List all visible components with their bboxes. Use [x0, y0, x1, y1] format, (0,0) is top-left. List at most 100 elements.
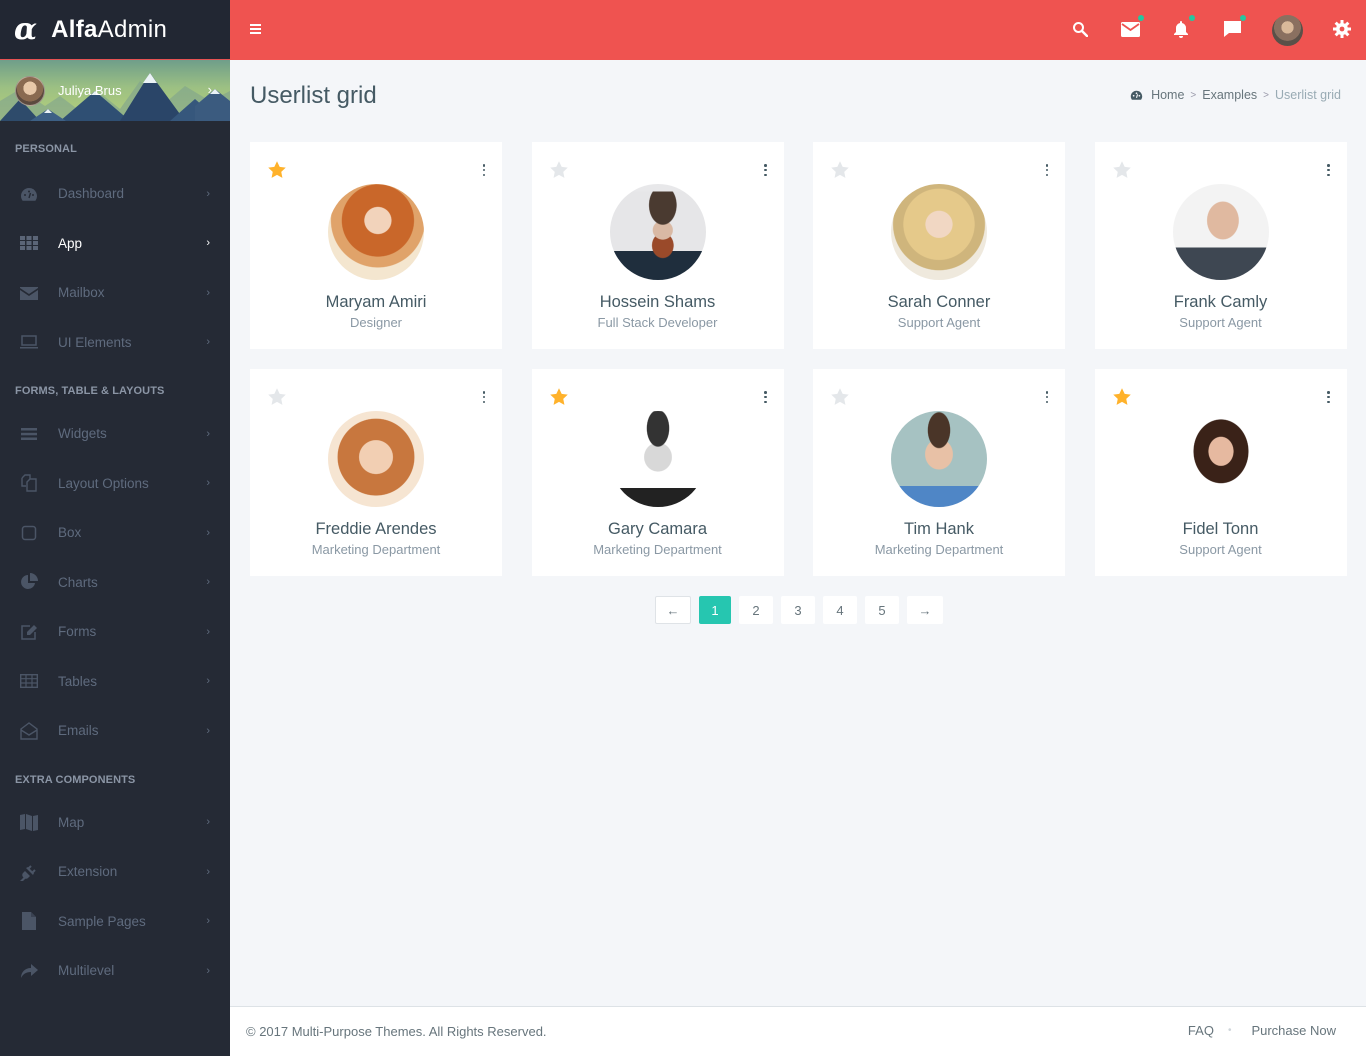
- star-icon[interactable]: [549, 160, 569, 180]
- user-role: Marketing Department: [593, 542, 722, 557]
- prev-page-button[interactable]: ←: [655, 596, 691, 624]
- logo-text: AlfaAdmin: [51, 16, 167, 44]
- user-role: Support Agent: [1179, 315, 1262, 330]
- user-card[interactable]: Fidel Tonn Support Agent: [1094, 369, 1347, 576]
- user-card[interactable]: Frank Camly Support Agent: [1094, 142, 1347, 349]
- star-icon[interactable]: [267, 387, 287, 407]
- bell-icon[interactable]: [1170, 15, 1195, 40]
- user-card[interactable]: Freddie Arendes Marketing Department: [250, 369, 502, 576]
- star-icon[interactable]: [549, 387, 569, 407]
- chevron-right-icon: ›: [206, 336, 210, 349]
- user-photo: [328, 184, 424, 280]
- sidebar-item-multilevel[interactable]: Multilevel ›: [0, 946, 230, 996]
- user-photo: [328, 411, 424, 507]
- user-role: Full Stack Developer: [597, 315, 718, 330]
- envelope-icon: [19, 284, 39, 302]
- page-button-2[interactable]: 2: [739, 596, 773, 624]
- star-icon[interactable]: [830, 387, 850, 407]
- sidebar-item-label: Map: [58, 814, 85, 830]
- sidebar-item-layout-options[interactable]: Layout Options ›: [0, 459, 230, 509]
- sidebar-item-extension[interactable]: Extension ›: [0, 847, 230, 897]
- breadcrumb-examples[interactable]: Examples: [1202, 88, 1257, 102]
- sidebar-item-mailbox[interactable]: Mailbox ›: [0, 268, 230, 318]
- breadcrumb-separator: >: [1263, 89, 1269, 101]
- user-photo: [891, 184, 987, 280]
- purchase-now-link[interactable]: Purchase Now: [1251, 1023, 1336, 1038]
- chevron-right-icon: ›: [206, 286, 210, 299]
- more-options-icon[interactable]: [1327, 164, 1331, 176]
- sidebar-item-label: UI Elements: [58, 334, 132, 350]
- breadcrumb-separator: >: [1190, 89, 1197, 101]
- faq-link[interactable]: FAQ: [1188, 1023, 1214, 1038]
- page-button-4[interactable]: 4: [823, 596, 857, 624]
- sidebar-item-sample-pages[interactable]: Sample Pages ›: [0, 897, 230, 947]
- user-panel[interactable]: Juliya Brus ›: [0, 60, 230, 121]
- user-avatar[interactable]: [1272, 15, 1303, 46]
- chevron-right-icon: ›: [206, 915, 210, 928]
- sidebar-item-ui-elements[interactable]: UI Elements ›: [0, 318, 230, 368]
- star-icon[interactable]: [1112, 387, 1132, 407]
- star-icon[interactable]: [1112, 160, 1132, 180]
- user-photo: [1172, 411, 1269, 507]
- user-card[interactable]: Maryam Amiri Designer: [250, 142, 502, 349]
- user-role: Support Agent: [897, 315, 981, 330]
- star-icon[interactable]: [267, 160, 287, 180]
- chat-icon[interactable]: [1221, 15, 1246, 40]
- logo-text-light: Admin: [97, 15, 168, 43]
- sidebar-item-label: Mailbox: [58, 285, 105, 301]
- sidebar-item-label: Charts: [58, 574, 98, 590]
- chevron-right-icon: ›: [206, 675, 210, 688]
- map-icon: [19, 813, 39, 832]
- next-page-button[interactable]: →: [907, 596, 943, 624]
- sidebar-item-label: Dashboard: [58, 186, 125, 202]
- more-options-icon[interactable]: [1327, 391, 1331, 403]
- sidebar-item-emails[interactable]: Emails ›: [0, 706, 230, 756]
- laptop-icon: [19, 333, 39, 351]
- page-button-5[interactable]: 5: [865, 596, 899, 624]
- user-name: Gary Camara: [607, 520, 708, 538]
- more-options-icon[interactable]: [1045, 391, 1049, 403]
- page-button-1[interactable]: 1: [699, 596, 731, 624]
- sidebar-item-label: Forms: [58, 624, 97, 640]
- logo-text-bold: Alfa: [51, 15, 98, 43]
- user-card[interactable]: Sarah Conner Support Agent: [813, 142, 1065, 349]
- user-card[interactable]: Tim Hank Marketing Department: [813, 369, 1065, 576]
- search-icon[interactable]: [1069, 18, 1091, 40]
- star-icon[interactable]: [830, 160, 850, 180]
- sidebar-item-label: Layout Options: [58, 475, 149, 491]
- page-button-3[interactable]: 3: [781, 596, 815, 624]
- user-card[interactable]: Hossein Shams Full Stack Developer: [531, 142, 784, 349]
- sidebar-item-map[interactable]: Map ›: [0, 798, 230, 848]
- sidebar-item-box[interactable]: Box ›: [0, 508, 230, 558]
- footer: © 2017 Multi-Purpose Themes. All Rights …: [230, 1006, 1366, 1056]
- sidebar-item-dashboard[interactable]: Dashboard ›: [0, 169, 230, 219]
- notification-dot: [1189, 15, 1195, 21]
- more-options-icon[interactable]: [1045, 164, 1049, 176]
- sidebar-item-forms[interactable]: Forms ›: [0, 607, 230, 657]
- footer-links: FAQ • Purchase Now: [1188, 1023, 1336, 1038]
- more-options-icon[interactable]: [764, 164, 768, 176]
- copy-icon: [19, 474, 39, 492]
- sidebar-item-tables[interactable]: Tables ›: [0, 657, 230, 707]
- chevron-right-icon[interactable]: ›: [208, 82, 212, 97]
- topbar: [230, 0, 1366, 60]
- sidebar-item-label: Multilevel: [58, 963, 115, 979]
- sidebar-item-widgets[interactable]: Widgets ›: [0, 409, 230, 459]
- user-avatar[interactable]: [15, 75, 45, 106]
- mail-icon[interactable]: [1119, 15, 1144, 40]
- chevron-right-icon: ›: [206, 526, 210, 539]
- gear-icon[interactable]: [1331, 18, 1353, 40]
- chevron-right-icon: ›: [206, 625, 210, 638]
- hamburger-menu-icon[interactable]: [250, 24, 261, 36]
- more-options-icon[interactable]: [482, 164, 486, 176]
- chevron-right-icon: ›: [206, 865, 210, 878]
- sidebar-item-app[interactable]: App ›: [0, 219, 230, 269]
- sidebar-item-charts[interactable]: Charts ›: [0, 558, 230, 608]
- more-options-icon[interactable]: [482, 391, 486, 403]
- user-card[interactable]: Gary Camara Marketing Department: [531, 369, 784, 576]
- breadcrumb-home[interactable]: Home: [1151, 88, 1184, 102]
- plug-icon: [19, 863, 39, 881]
- logo-alpha-icon: α: [14, 11, 38, 47]
- logo[interactable]: α AlfaAdmin: [0, 0, 230, 60]
- more-options-icon[interactable]: [764, 391, 768, 403]
